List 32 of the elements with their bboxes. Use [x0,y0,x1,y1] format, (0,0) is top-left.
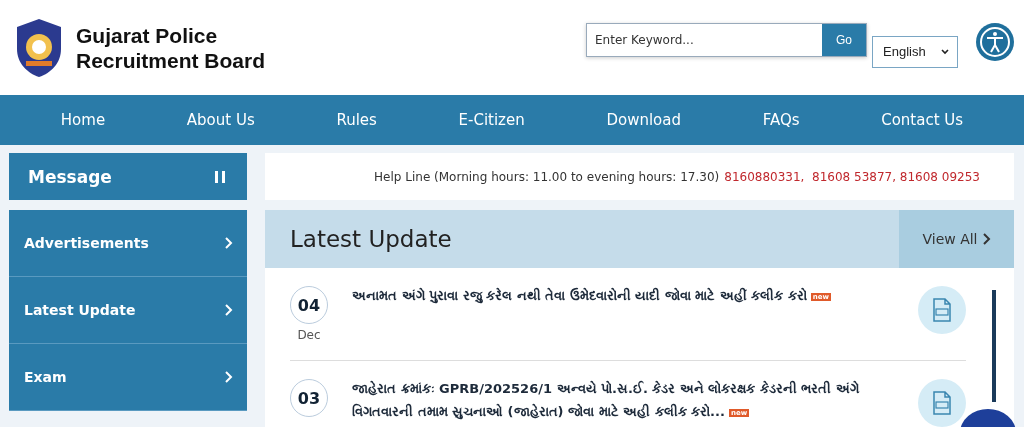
scrollbar[interactable] [992,290,996,402]
nav-link[interactable]: Download [606,111,681,129]
nav-link[interactable]: About Us [186,111,255,129]
sidebar-item[interactable]: Latest Update [9,277,247,344]
nav-link[interactable]: Contact Us [881,111,964,129]
site-title: Recruitment Board [76,47,266,73]
document-icon [932,298,952,322]
search-field[interactable]: Enter Keyword... Go [586,22,867,57]
chevron-right-icon [224,237,233,249]
language-select[interactable]: English [872,35,958,68]
section-title: Latest Update [290,226,452,252]
nav-link[interactable]: E-Citizen [458,111,525,129]
chevron-down-icon [941,48,949,55]
chevron-right-icon [224,304,233,316]
helpline-text: Help Line (Morning hours: 11.00 to evening hours: 17.30) [374,169,720,184]
go-button[interactable]: Go [822,23,866,56]
view-all-link[interactable]: View All [899,210,1014,268]
date-month: Dec [297,328,321,342]
pause-icon[interactable] [215,170,225,183]
pdf-button[interactable] [918,286,966,334]
accessibility-icon[interactable] [976,22,1014,61]
site-title: Gujarat Police [76,22,219,48]
chevron-right-icon [224,371,233,383]
sidebar-item[interactable]: Advertisements [9,210,247,277]
chevron-right-icon [981,233,991,245]
helpline-numbers: 8160880331, 81608 53877, 81608 09253 [724,169,980,184]
nav-link[interactable]: FAQs [762,111,800,129]
document-icon [932,391,952,415]
message-title: Message [28,166,112,187]
sidebar-item[interactable]: Exam [9,344,247,411]
nav-link[interactable]: Rules [336,111,377,129]
nav-link[interactable]: Home [60,111,106,129]
